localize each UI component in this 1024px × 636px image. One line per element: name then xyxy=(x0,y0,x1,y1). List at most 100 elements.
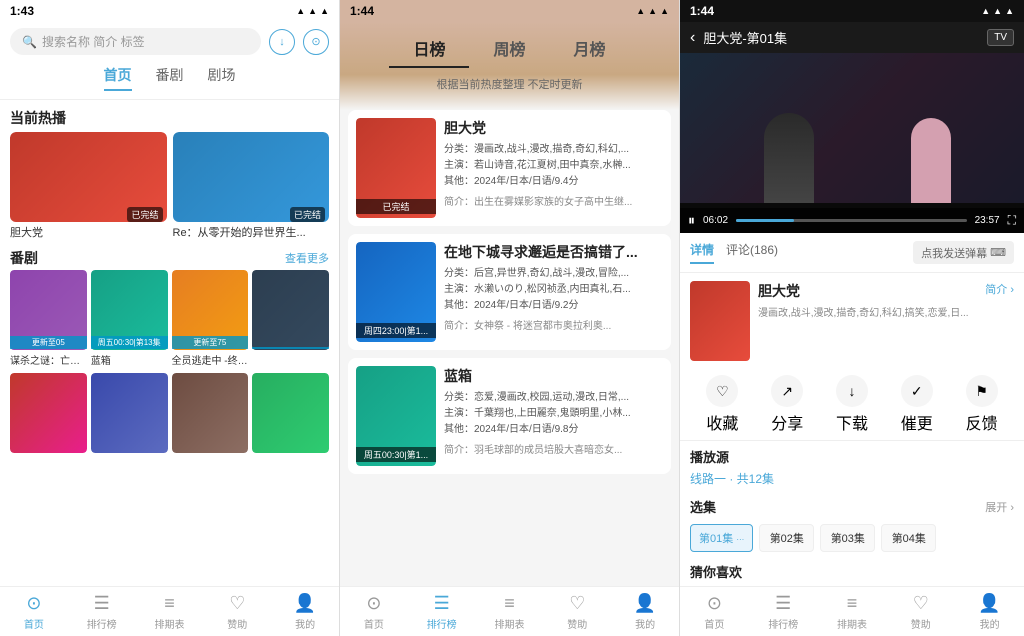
rank-header: 日榜 周榜 月榜 根据当前热度整理 不定时更新 xyxy=(340,22,679,110)
bottom-nav2-support[interactable]: ♡ 赞助 xyxy=(543,587,611,636)
urge-button[interactable]: ✓ 催更 xyxy=(884,375,949,434)
episode-03-label: 第03集 xyxy=(831,533,865,545)
rank-subtitle: 根据当前热度整理 不定时更新 xyxy=(340,72,679,100)
episode-04-label: 第04集 xyxy=(892,533,926,545)
ranking-icon-3: ☰ xyxy=(775,593,791,614)
bottom-nav-profile-label: 我的 xyxy=(295,616,315,631)
pause-button[interactable]: ⏸ xyxy=(688,212,695,229)
hot-card-2[interactable]: 已完结 Re：从零开始的异世界生... xyxy=(173,132,330,242)
back-button[interactable]: ‹ xyxy=(690,29,695,47)
bangumi-card-2[interactable]: 周五00:30|第13集 蓝箱 xyxy=(91,270,168,369)
episode-header: 选集 展开 › xyxy=(680,493,1024,520)
episode-02[interactable]: 第02集 xyxy=(759,524,814,552)
bottom-nav3-support[interactable]: ♡ 赞助 xyxy=(886,587,955,636)
bottom-nav2-schedule-label: 排期表 xyxy=(494,616,524,631)
video-controls: ⏸ 06:02 23:57 ⛶ xyxy=(680,208,1024,233)
bangumi-1-title: 谋杀之谜：亡者... xyxy=(10,350,87,369)
panel-detail: 1:44 ▲ ▲ ▲ ‹ 胆大党-第01集 TV ⏸ 06:02 23:57 ⛶ xyxy=(680,0,1024,636)
detail-tabs: 详情 评论(186) 点我发送弹幕 ⌨ xyxy=(680,233,1024,273)
episode-01[interactable]: 第01集 ··· xyxy=(690,524,753,552)
bottom-nav-3: ⊙ 首页 ☰ 排行榜 ≡ 排期表 ♡ 赞助 👤 我的 xyxy=(680,586,1024,636)
source-link[interactable]: 线路一 · 共12集 xyxy=(690,470,1014,487)
history-icon[interactable]: ⊙ xyxy=(303,29,329,55)
bottom-nav-home[interactable]: ⊙ 首页 xyxy=(0,587,68,636)
bottom-nav3-profile[interactable]: 👤 我的 xyxy=(955,587,1024,636)
rank-desc-3: 简介：羽毛球部的成员培股大喜暗恋女... xyxy=(444,441,663,456)
rank-thumb-1-badge: 已完结 xyxy=(356,199,436,214)
search-input[interactable]: 🔍 搜索名称 简介 标签 xyxy=(10,28,261,55)
bottom-nav2-profile[interactable]: 👤 我的 xyxy=(611,587,679,636)
intro-button[interactable]: 简介 › xyxy=(985,281,1014,361)
bangumi-card-3[interactable]: 更新至75 全员逃走中 -终极... xyxy=(172,270,249,369)
bangumi-section-title: 番剧 xyxy=(10,248,38,268)
rank-tabs: 日榜 周榜 月榜 xyxy=(340,22,679,72)
tab-home[interactable]: 首页 xyxy=(104,65,132,91)
collect-label: 收藏 xyxy=(706,410,738,434)
time-display-2: 1:44 xyxy=(350,4,374,18)
action-buttons: ♡ 收藏 ↗ 分享 ↓ 下载 ✓ 催更 ⚑ 反馈 xyxy=(680,369,1024,441)
bangumi-card-7[interactable] xyxy=(172,373,249,453)
fullscreen-button[interactable]: ⛶ xyxy=(1008,213,1016,228)
bottom-nav2-schedule[interactable]: ≡ 排期表 xyxy=(476,587,544,636)
rank-tab-monthly[interactable]: 月榜 xyxy=(550,30,630,68)
bottom-nav-schedule[interactable]: ≡ 排期表 xyxy=(136,587,204,636)
progress-fill xyxy=(736,219,794,222)
bottom-nav3-ranking[interactable]: ☰ 排行榜 xyxy=(749,587,818,636)
bottom-nav3-home-label: 首页 xyxy=(704,616,724,631)
tab-theater[interactable]: 剧场 xyxy=(208,65,236,91)
bottom-nav2-home[interactable]: ⊙ 首页 xyxy=(340,587,408,636)
bottom-nav2-ranking[interactable]: ☰ 排行榜 xyxy=(408,587,476,636)
video-characters xyxy=(680,83,1024,203)
bottom-nav-schedule-label: 排期表 xyxy=(154,616,184,631)
expand-button[interactable]: 展开 › xyxy=(985,499,1014,515)
danmu-button[interactable]: 点我发送弹幕 ⌨ xyxy=(913,241,1014,264)
feedback-button[interactable]: ⚑ 反馈 xyxy=(949,375,1014,434)
schedule-icon-3: ≡ xyxy=(847,593,858,614)
collect-button[interactable]: ♡ 收藏 xyxy=(690,375,755,434)
profile-icon-2: 👤 xyxy=(634,593,656,614)
hot-card-2-badge: 已完结 xyxy=(290,207,325,222)
hot-card-1[interactable]: 已完结 胆大党 xyxy=(10,132,167,242)
bangumi-header: 番剧 查看更多 xyxy=(0,242,339,270)
tab-comments[interactable]: 评论(186) xyxy=(726,241,778,264)
rank-item-2[interactable]: 周四23:00|第1... 在地下城寻求邂逅是否搞错了... 分类：后宫,异世界… xyxy=(348,234,671,350)
bangumi-card-6[interactable] xyxy=(91,373,168,453)
bangumi-3-title: 全员逃走中 -终极... xyxy=(172,350,249,369)
wifi-icon-2: ▲ xyxy=(648,6,657,16)
bottom-nav-support[interactable]: ♡ 赞助 xyxy=(203,587,271,636)
download-icon[interactable]: ↓ xyxy=(269,29,295,55)
download-button[interactable]: ↓ 下载 xyxy=(820,375,885,434)
bottom-nav3-home[interactable]: ⊙ 首页 xyxy=(680,587,749,636)
rank-tab-daily[interactable]: 日榜 xyxy=(389,30,469,68)
status-icons-3: ▲ ▲ ▲ xyxy=(981,6,1014,16)
rank-item-3[interactable]: 周五00:30|第1... 蓝箱 分类：恋爱,漫画改,校园,运动,漫改,日常,.… xyxy=(348,358,671,474)
tab-detail[interactable]: 详情 xyxy=(690,241,714,264)
home-icon-2: ⊙ xyxy=(366,593,381,614)
rank-tab-weekly[interactable]: 周榜 xyxy=(469,30,549,68)
detail-anime-title: 胆大党 xyxy=(758,281,977,301)
rank-item-1[interactable]: 已完结 胆大党 分类：漫画改,战斗,漫改,描奇,奇幻,科幻,... 主演：若山诗… xyxy=(348,110,671,226)
episode-03[interactable]: 第03集 xyxy=(820,524,875,552)
progress-bar[interactable] xyxy=(736,219,967,222)
episode-04[interactable]: 第04集 xyxy=(881,524,936,552)
bangumi-card-5[interactable] xyxy=(10,373,87,453)
rank-info-1: 胆大党 分类：漫画改,战斗,漫改,描奇,奇幻,科幻,... 主演：若山诗音,花江… xyxy=(444,118,663,218)
rank-thumb-3-badge: 周五00:30|第1... xyxy=(356,447,436,462)
rank-meta-3a: 分类：恋爱,漫画改,校园,运动,漫改,日常,... xyxy=(444,390,663,406)
view-more-btn[interactable]: 查看更多 xyxy=(285,250,329,266)
bangumi-card-8[interactable] xyxy=(252,373,329,453)
bangumi-card-1[interactable]: 更新至05 谋杀之谜：亡者... xyxy=(10,270,87,369)
tab-bangumi[interactable]: 番剧 xyxy=(156,65,184,91)
bangumi-2-title: 蓝箱 xyxy=(91,350,168,369)
search-icon: 🔍 xyxy=(22,35,37,49)
panel-home: 1:43 ▲ ▲ ▲ 🔍 搜索名称 简介 标签 ↓ ⊙ 首页 番剧 剧场 当前热… xyxy=(0,0,340,636)
bangumi-card-4[interactable] xyxy=(252,270,329,369)
share-button[interactable]: ↗ 分享 xyxy=(755,375,820,434)
source-title: 播放源 xyxy=(690,447,1014,466)
bottom-nav3-schedule[interactable]: ≡ 排期表 xyxy=(818,587,887,636)
bottom-nav-ranking[interactable]: ☰ 排行榜 xyxy=(68,587,136,636)
bottom-nav-profile[interactable]: 👤 我的 xyxy=(271,587,339,636)
battery-icon-3: ▲ xyxy=(1005,6,1014,16)
video-player: ⏸ 06:02 23:57 ⛶ xyxy=(680,53,1024,233)
status-bar-1: 1:43 ▲ ▲ ▲ xyxy=(0,0,339,22)
